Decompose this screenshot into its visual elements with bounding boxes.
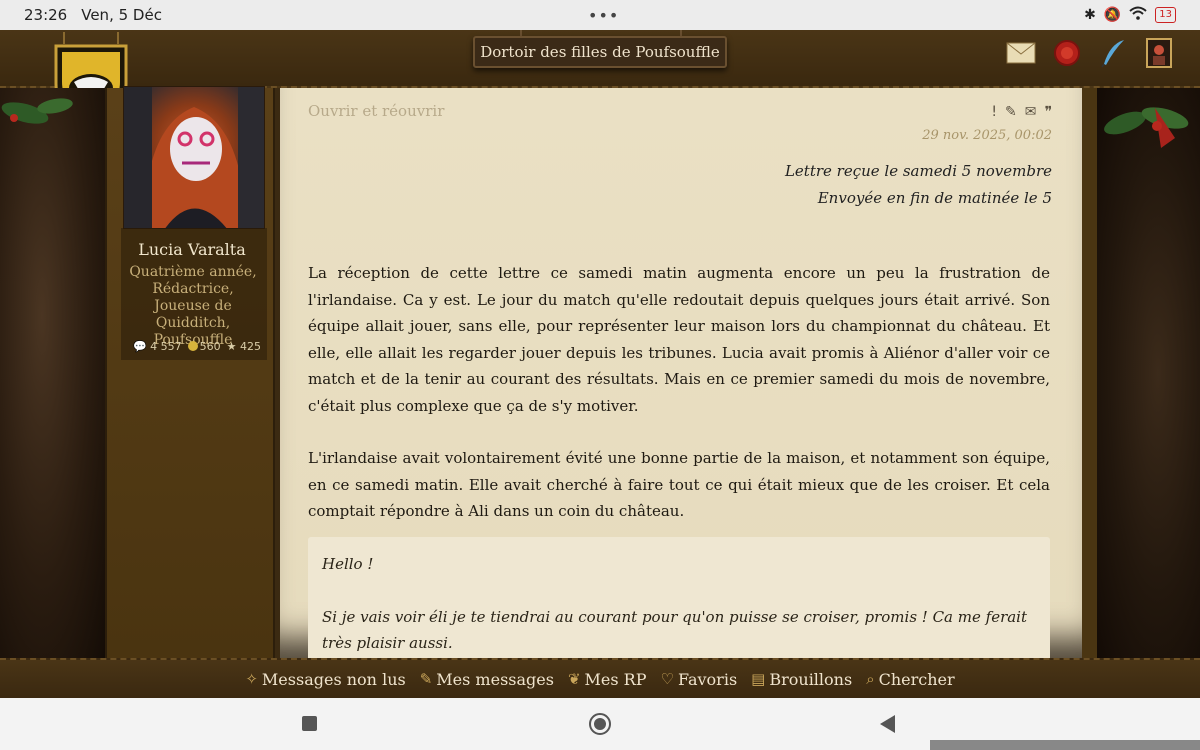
nav-label: Mes messages [436, 669, 554, 689]
location-sign[interactable]: Dortoir des filles de Poufsouffle [473, 36, 727, 68]
back-button[interactable] [880, 715, 895, 733]
quoted-letter: Hello ! Si je vais voir éli je te tiendr… [308, 537, 1050, 658]
search-icon: ⌕ [866, 670, 875, 688]
nav-label: Brouillons [769, 669, 853, 689]
mail-icon[interactable]: ✉ [1025, 104, 1037, 120]
system-icons: ✱ 🔕 13 [1084, 6, 1176, 24]
wifi-icon [1129, 6, 1147, 24]
nav-search[interactable]: ⌕ Chercher [866, 670, 954, 689]
messages-stat: 💬 4 557 [133, 340, 182, 353]
quote-line: Si je vais voir éli je te tiendrai au co… [322, 607, 1028, 653]
post-letter-header: Lettre reçue le samedi 5 novembre Envoyé… [785, 158, 1052, 212]
post-title[interactable]: Ouvrir et réouvrir [308, 102, 444, 120]
comment-icon: 💬 [132, 340, 147, 353]
heart-icon: ♡ [660, 670, 674, 688]
coins-stat: 560 [187, 340, 221, 353]
left-decor-background [0, 88, 105, 658]
username[interactable]: Lucia Varalta [107, 240, 277, 259]
quote-line: Hello ! [322, 555, 374, 573]
battery-icon: 13 [1155, 7, 1176, 23]
post-right-edge [1082, 88, 1097, 658]
coins-count: 560 [199, 340, 221, 353]
nav-my-rp[interactable]: ❦ Mes RP [568, 670, 647, 689]
feather-icon: ❦ [567, 670, 581, 688]
post-paragraph: L'irlandaise avait volontairement évité … [308, 449, 1050, 520]
coin-icon [187, 341, 198, 351]
gesture-bar [930, 740, 1200, 750]
nav-unread-messages[interactable]: ✧ Messages non lus [245, 670, 405, 689]
header-line-2: Envoyée en fin de matinée le 5 [817, 189, 1052, 207]
quill-icon[interactable] [1098, 38, 1128, 68]
status-time: 23:26 [24, 6, 68, 24]
report-icon[interactable]: ! [991, 104, 997, 120]
edit-pencil-icon[interactable]: ✎ [1005, 104, 1017, 120]
post-body: La réception de cette lettre ce samedi m… [308, 260, 1050, 551]
home-button[interactable] [589, 713, 611, 735]
envelope-icon[interactable] [1006, 38, 1036, 68]
right-decor-background [1095, 88, 1200, 658]
portrait-icon[interactable] [1144, 38, 1174, 68]
nav-favorites[interactable]: ♡ Favoris [661, 670, 738, 689]
bottom-nav: ✧ Messages non lus ✎ Mes messages ❦ Mes … [0, 658, 1200, 698]
post-date: 29 nov. 2025, 00:02 [922, 128, 1052, 143]
holly-left-decoration-icon [1, 98, 73, 124]
status-date: Ven, 5 Déc [81, 6, 162, 24]
seal-icon[interactable] [1052, 38, 1082, 68]
user-role: Quatrième année, Rédactrice, Joueuse de … [129, 264, 257, 348]
holly-decoration-icon [1104, 107, 1189, 148]
post-paragraph: La réception de cette lettre ce samedi m… [308, 264, 1050, 415]
star-icon: ★ [226, 340, 237, 353]
post-actions: ! ✎ ✉ ❞ [991, 104, 1052, 120]
nav-label: Messages non lus [261, 669, 406, 689]
nav-my-messages[interactable]: ✎ Mes messages [420, 670, 554, 689]
more-dots-icon[interactable]: ••• [588, 6, 619, 25]
messages-count: 4 557 [150, 340, 182, 353]
profile-column: Lucia Varalta Quatrième année, Rédactric… [105, 86, 277, 658]
sparkle-icon: ✧ [245, 670, 258, 688]
post: Ouvrir et réouvrir ! ✎ ✉ ❞ 29 nov. 2025,… [280, 88, 1082, 658]
nav-label: Favoris [677, 669, 738, 689]
scroll-icon: ▤ [751, 670, 766, 688]
stars-stat: ★ 425 [227, 340, 261, 353]
quote-icon[interactable]: ❞ [1044, 104, 1052, 120]
avatar[interactable] [123, 86, 265, 229]
recents-button[interactable] [302, 716, 317, 731]
stars-count: 425 [240, 340, 262, 353]
user-stats: 💬 4 557 560 ★ 425 [129, 340, 265, 353]
bluetooth-icon: ✱ [1084, 7, 1096, 23]
nav-label: Chercher [878, 669, 955, 689]
header-line-1: Lettre reçue le samedi 5 novembre [784, 162, 1052, 180]
nav-drafts[interactable]: ▤ Brouillons [751, 670, 852, 689]
mute-bell-icon: 🔕 [1103, 7, 1122, 23]
status-bar: 23:26 Ven, 5 Déc ••• ✱ 🔕 13 [0, 0, 1200, 30]
pencil-icon: ✎ [419, 670, 433, 688]
header-icons [1006, 38, 1174, 68]
nav-label: Mes RP [584, 669, 647, 689]
